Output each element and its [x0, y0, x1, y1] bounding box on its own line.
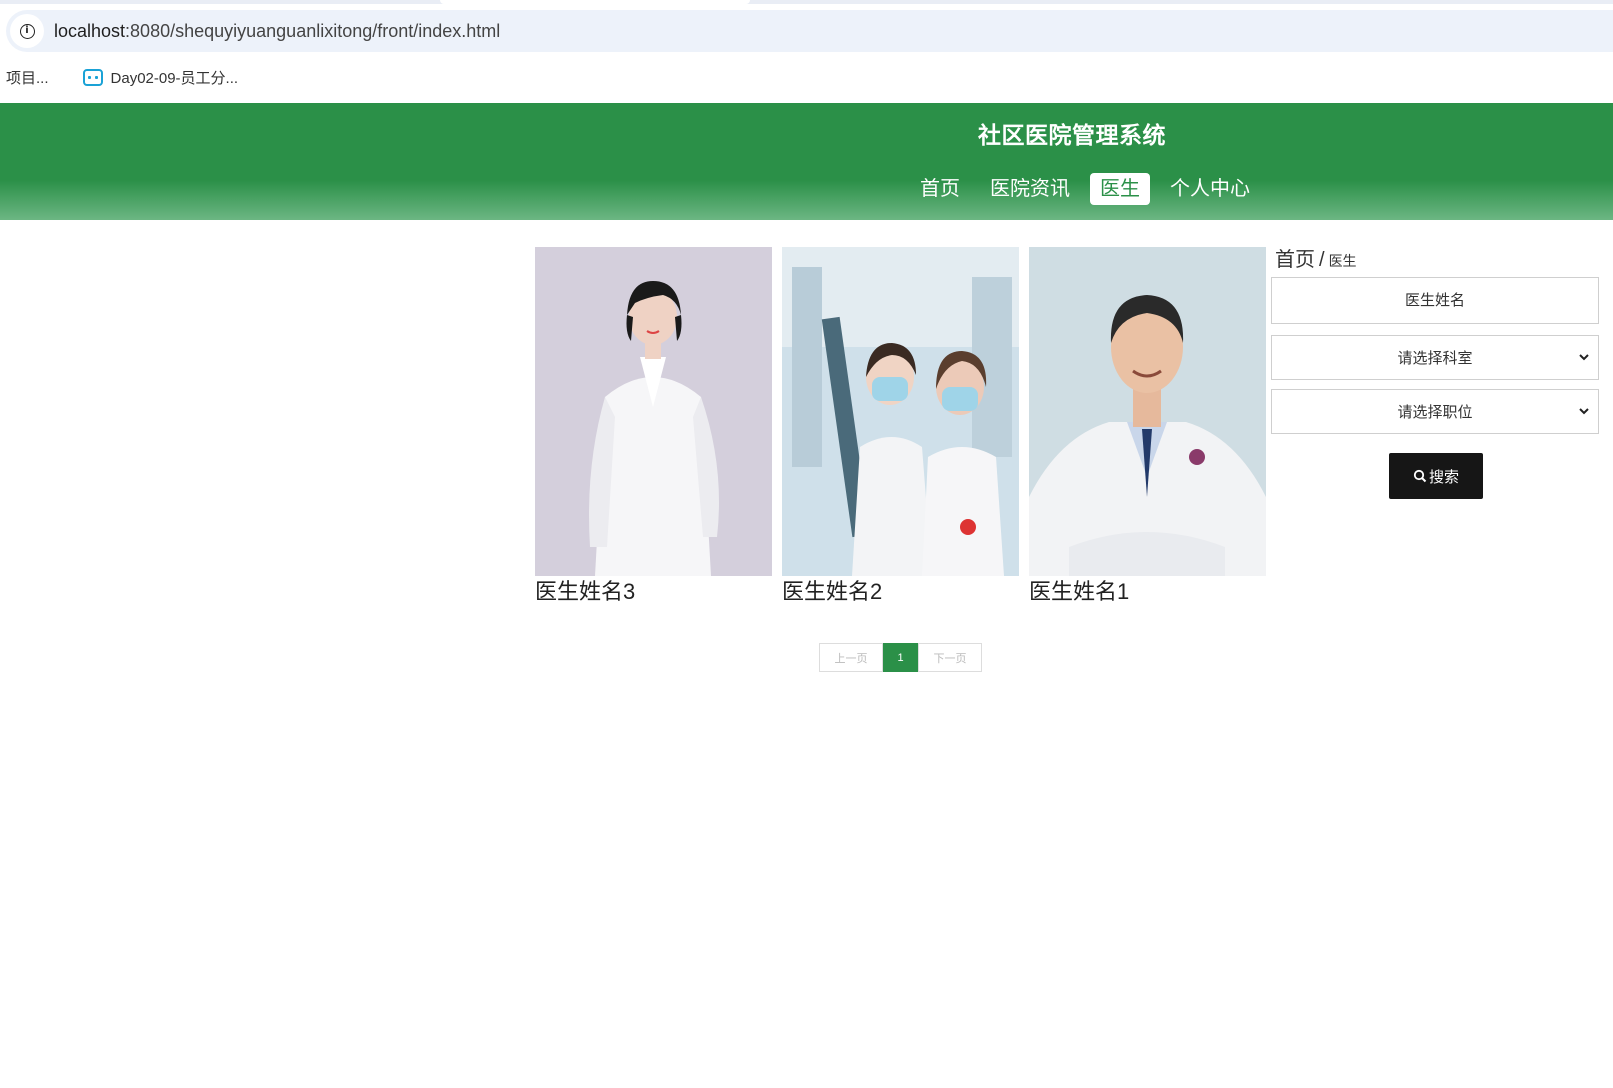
address-bar[interactable]: i localhost:8080/shequyiyuanguanlixitong…: [6, 10, 1613, 52]
search-icon: [1413, 469, 1427, 483]
nav-item-news[interactable]: 医院资讯: [980, 173, 1080, 205]
breadcrumb-home[interactable]: 首页: [1275, 249, 1315, 271]
url-path: :8080/shequyiyuanguanlixitong/front/inde…: [125, 20, 501, 41]
bilibili-icon: [82, 68, 103, 86]
bookmarks-bar: 项目... Day02-09-员工分...: [0, 64, 272, 90]
site-info-icon[interactable]: i: [10, 14, 44, 48]
main-nav: 首页 医院资讯 医生 个人中心: [910, 173, 1270, 205]
site-title: 社区医院管理系统: [978, 122, 1166, 148]
search-button-label: 搜索: [1428, 468, 1459, 486]
doctor-name-input[interactable]: [1271, 277, 1599, 324]
bookmark-item[interactable]: 项目...: [6, 67, 49, 88]
site-header: 社区医院管理系统 首页 医院资讯 医生 个人中心: [0, 103, 1613, 220]
page-number-button[interactable]: 1: [883, 643, 918, 672]
chevron-down-icon: [1579, 354, 1589, 361]
doctor-list: 医生姓名3 医生姓名2 医生姓名1: [535, 247, 1276, 606]
breadcrumb: 首页 / 医生: [1275, 243, 1357, 272]
breadcrumb-separator: /: [1319, 249, 1325, 271]
department-select[interactable]: 请选择科室: [1271, 335, 1599, 380]
doctor-photo[interactable]: [1029, 247, 1266, 576]
search-button[interactable]: 搜索: [1389, 453, 1483, 499]
doctor-name[interactable]: 医生姓名3: [535, 578, 772, 606]
doctor-photo[interactable]: [782, 247, 1019, 576]
nav-item-personal-center[interactable]: 个人中心: [1160, 173, 1260, 205]
browser-chrome: i localhost:8080/shequyiyuanguanlixitong…: [0, 0, 1613, 103]
nav-item-home[interactable]: 首页: [910, 173, 970, 205]
url-host: localhost: [54, 20, 126, 41]
breadcrumb-current: 医生: [1328, 253, 1357, 269]
doctor-card[interactable]: 医生姓名2: [782, 247, 1019, 606]
url-text[interactable]: localhost:8080/shequyiyuanguanlixitong/f…: [54, 21, 500, 42]
position-select-value: 请选择职位: [1397, 404, 1473, 421]
doctor-name[interactable]: 医生姓名1: [1029, 578, 1266, 606]
doctor-card[interactable]: 医生姓名1: [1029, 247, 1266, 606]
doctor-photo[interactable]: [535, 247, 772, 576]
doctor-card[interactable]: 医生姓名3: [535, 247, 772, 606]
pagination: 上一页 1 下一页: [819, 643, 982, 672]
tab-strip: [0, 0, 1613, 4]
position-select[interactable]: 请选择职位: [1271, 389, 1599, 434]
nav-item-doctors[interactable]: 医生: [1090, 173, 1150, 205]
department-select-value: 请选择科室: [1397, 350, 1473, 367]
prev-page-button[interactable]: 上一页: [819, 643, 883, 672]
next-page-button[interactable]: 下一页: [918, 643, 982, 672]
doctor-name[interactable]: 医生姓名2: [782, 578, 1019, 606]
active-tab[interactable]: [440, 0, 750, 4]
bookmark-label: Day02-09-员工分...: [110, 69, 239, 87]
chevron-down-icon: [1579, 408, 1589, 415]
bookmark-label: 项目...: [6, 69, 49, 87]
bookmark-item[interactable]: Day02-09-员工分...: [82, 67, 239, 88]
